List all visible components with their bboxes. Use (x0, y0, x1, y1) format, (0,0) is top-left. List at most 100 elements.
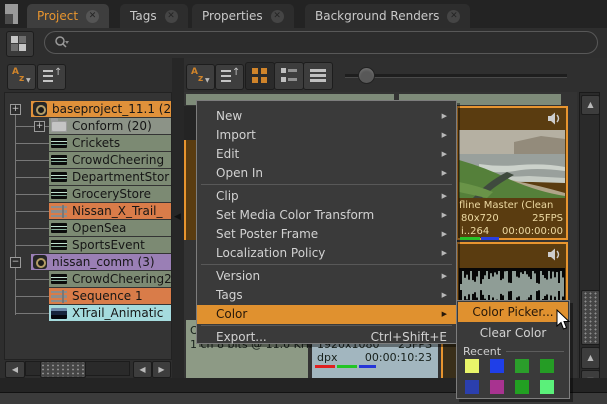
menu-item-clip[interactable]: Clip▶ (197, 187, 456, 206)
gray-square (281, 68, 286, 73)
thumbnail-view-button[interactable] (6, 31, 34, 57)
tab-close-icon[interactable]: ✕ (271, 10, 284, 23)
hscroll-right-step-button[interactable]: ▶ (152, 361, 171, 378)
submenu-arrow-icon: ▶ (442, 107, 447, 126)
speaker-icon[interactable] (547, 248, 561, 261)
tree-item-grocerystore[interactable]: GroceryStore (49, 186, 172, 202)
gray-line (288, 69, 297, 72)
tree-item-opensea[interactable]: OpenSea (49, 220, 172, 236)
tab-close-icon[interactable]: ✕ (86, 10, 99, 23)
vscroll-up-button[interactable]: ▲ (581, 95, 600, 115)
tree-item-label: Crickets (72, 136, 120, 150)
menu-item-label: New (216, 109, 242, 123)
tree-item-label: SportsEvent (72, 238, 145, 252)
menu-item-export[interactable]: Export...Ctrl+Shift+E (197, 328, 456, 347)
tab-close-icon[interactable]: ✕ (447, 10, 460, 23)
speaker-icon[interactable] (547, 112, 561, 125)
vscroll-thumb[interactable] (581, 290, 600, 345)
tree-item-sequence-1[interactable]: Sequence 1 (49, 288, 172, 304)
tab-properties[interactable]: Properties ✕ (192, 4, 294, 28)
tab-close-icon[interactable]: ✕ (165, 10, 178, 23)
tree-item-departmentstor[interactable]: DepartmentStor (49, 169, 172, 185)
folder-icon (51, 121, 67, 132)
color-swatch[interactable] (540, 380, 554, 394)
vertical-scrollbar[interactable]: ▲ ▲ ▼ (579, 92, 600, 394)
tree-item-nissan-comm-3[interactable]: nissan_comm (3) (31, 254, 172, 270)
audio-icon (51, 189, 67, 199)
hscroll-thumb[interactable] (40, 361, 86, 378)
tree-item-nissan-x-trail[interactable]: Nissan_X_Trail_ (49, 203, 172, 219)
grid-quadrant (11, 44, 18, 51)
menu-item-set-media-color-transform[interactable]: Set Media Color Transform▶ (197, 206, 456, 225)
pane-type-icon[interactable] (5, 4, 18, 24)
submenu-item-clear-color[interactable]: Clear Color (458, 323, 568, 343)
menu-item-edit[interactable]: Edit▶ (197, 145, 456, 164)
menu-item-tags[interactable]: Tags▶ (197, 286, 456, 305)
menu-item-version[interactable]: Version▶ (197, 267, 456, 286)
tree-item-crowdcheering2[interactable]: CrowdCheering2 (49, 271, 172, 287)
submenu-item-color-picker[interactable]: Color Picker... (458, 302, 568, 322)
detail-view-button[interactable] (274, 62, 304, 90)
collapse-panel-arrow-icon[interactable]: ◀ (174, 212, 181, 222)
color-swatch[interactable] (515, 359, 529, 373)
menu-item-open-in[interactable]: Open In▶ (197, 164, 456, 183)
color-swatch[interactable] (490, 359, 504, 373)
submenu-arrow-icon: ▶ (442, 225, 447, 244)
tree-item-label: Sequence 1 (72, 289, 143, 303)
menu-item-label: Import (216, 128, 256, 142)
color-swatch[interactable] (465, 380, 479, 394)
sort-alphabetical-button[interactable]: Az▼ (7, 64, 36, 90)
search-input[interactable] (44, 31, 598, 54)
orange-square (261, 77, 267, 83)
tab-label: Properties (202, 9, 263, 23)
search-toolbar (0, 28, 607, 58)
tree-connector (15, 296, 49, 297)
color-swatch[interactable] (515, 380, 529, 394)
menu-item-set-poster-frame[interactable]: Set Poster Frame ▶ (197, 225, 456, 244)
bin-icon (33, 255, 47, 269)
tree-expander-icon[interactable]: − (10, 257, 21, 268)
tree-item-crowdcheering[interactable]: CrowdCheering (49, 152, 172, 168)
menu-item-new[interactable]: New ▶ (197, 107, 456, 126)
video-clip-tile[interactable]: fline Master (Clean 80x720 25FPS i..264 … (456, 106, 568, 240)
sort-order-button[interactable]: ↑ (37, 64, 66, 90)
recent-divider (506, 351, 564, 352)
list-lines-icon (310, 69, 326, 82)
hscroll-left-step-button[interactable]: ◀ (133, 361, 152, 378)
tree-connector (15, 228, 49, 229)
hscroll-left-button[interactable]: ◀ (5, 361, 25, 378)
tree-item-baseproject-11-1-2[interactable]: baseproject_11.1 (2 (31, 101, 172, 117)
menu-item-label: Set Poster Frame (216, 227, 318, 241)
thumbnail-size-slider-track[interactable] (345, 74, 567, 78)
tree-item-xtrail-animatic[interactable]: XTrail_Animatic (49, 305, 172, 321)
tree-item-conform-20[interactable]: Conform (20) (49, 118, 172, 134)
color-swatch[interactable] (465, 359, 479, 373)
list-view-button[interactable] (303, 62, 333, 90)
grid-view-button[interactable] (245, 62, 275, 90)
tree-item-label: Conform (20) (72, 119, 152, 133)
tree-expander-icon[interactable]: + (34, 121, 45, 132)
tree-item-crickets[interactable]: Crickets (49, 135, 172, 151)
tree-item-sportsevent[interactable]: SportsEvent (49, 237, 172, 253)
tab-background-renders[interactable]: Background Renders✕ (305, 4, 470, 28)
status-bar-green (337, 365, 357, 368)
tile-timecode: 00:00:10:23 (365, 351, 432, 364)
bin-icon (33, 102, 47, 116)
tab-project[interactable]: Project✕ (27, 4, 109, 28)
menu-item-localization-policy[interactable]: Localization Policy▶ (197, 244, 456, 263)
thumbnail-size-slider-knob[interactable] (358, 67, 375, 84)
color-swatch[interactable] (540, 359, 554, 373)
menu-item-label: Clip (216, 189, 239, 203)
tab-tags[interactable]: Tags✕ (120, 4, 188, 28)
recent-section: Recent (457, 345, 569, 357)
tree-item-label: Nissan_X_Trail_ (72, 204, 163, 218)
tree-expander-icon[interactable]: + (10, 104, 21, 115)
tile-format: dpx (317, 351, 337, 364)
bin-sort-order-button[interactable]: ↑ (215, 64, 244, 90)
vscroll-up-step-button[interactable]: ▲ (581, 347, 600, 369)
bin-sort-alphabetical-button[interactable]: Az▼ (186, 64, 215, 90)
tree-connector (15, 160, 49, 161)
color-swatch[interactable] (490, 380, 504, 394)
menu-item-import[interactable]: Import▶ (197, 126, 456, 145)
menu-item-color[interactable]: Color▶ (197, 305, 456, 324)
